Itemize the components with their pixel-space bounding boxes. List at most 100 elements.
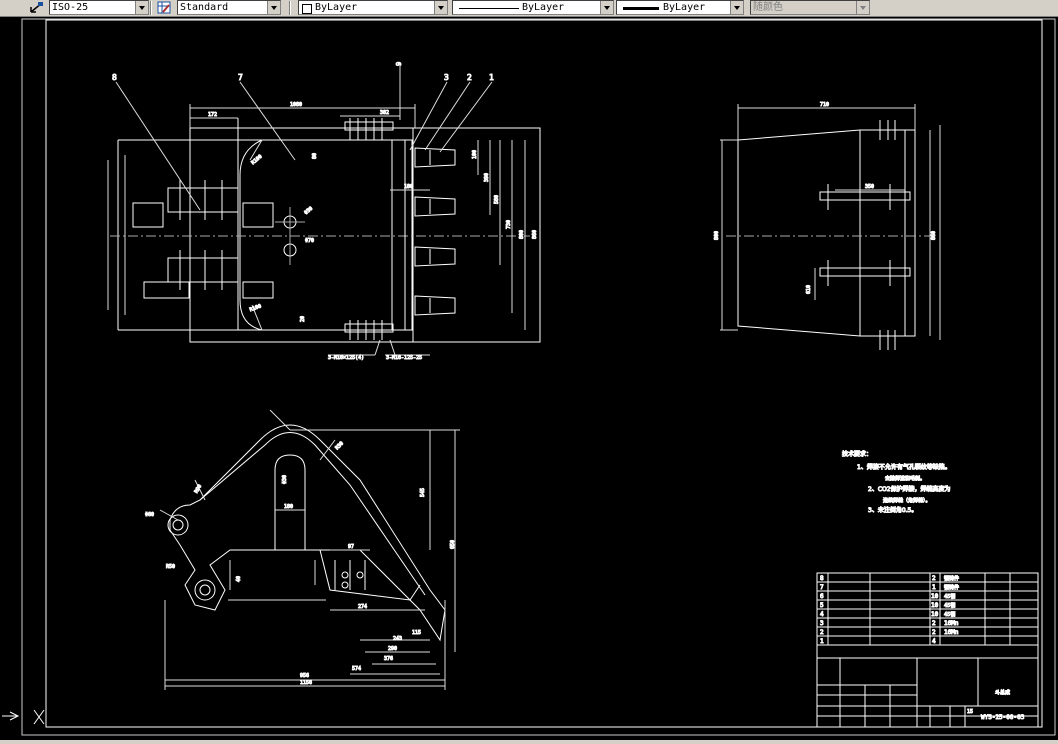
bucket-teeth (404, 140, 456, 330)
lineweight-select[interactable]: ByLayer (616, 0, 744, 15)
top-label-3: 3 (444, 73, 449, 82)
front-view: 545 650 180 40 97 274 115 243 290 376 57… (145, 409, 460, 690)
front-dim-274: 274 (358, 604, 367, 610)
table-style-icon[interactable] (157, 1, 171, 14)
dimension-style-select[interactable]: ISO-25 (49, 0, 149, 15)
chevron-down-icon[interactable] (434, 1, 447, 14)
parts-row-1-no: 1 (820, 638, 824, 645)
front-dim-115: 115 (412, 630, 421, 636)
top-dim-d70: Φ70 (305, 238, 314, 244)
title-block-drawing-no: WYS-25-00-03 (981, 714, 1025, 721)
parts-row-6-no: 6 (820, 593, 824, 600)
top-dim-800: 800 (519, 230, 525, 239)
parts-row-1-qty: 4 (932, 638, 936, 645)
toolbar-separator (289, 1, 291, 15)
top-note-bolt2: 3-M16-125-25 (386, 355, 422, 361)
bolt-group (344, 118, 394, 340)
top-label-8: 8 (112, 73, 117, 82)
notes-title: 技术要求： (842, 450, 872, 458)
side-view: 710 350 800 860 610 (714, 102, 941, 350)
top-label-9: 9 (395, 62, 403, 66)
front-dim-r30: R30 (334, 441, 345, 452)
top-view-dimensions (107, 62, 526, 356)
parts-row-5-qty: 10 (931, 602, 939, 609)
status-strip (0, 740, 1058, 744)
top-dim-730: 730 (506, 220, 512, 229)
hinge-bracket (132, 180, 274, 299)
front-dim-r50: R50 (166, 564, 175, 570)
top-dim-1080: 1080 (290, 102, 302, 108)
front-dim-650: 650 (450, 540, 456, 549)
top-dim-580: 580 (494, 195, 500, 204)
side-dim-860: 860 (931, 231, 937, 240)
parts-row-7-mat: 钢铸件 (944, 584, 959, 591)
top-dim-r100b: R100 (249, 303, 262, 313)
parts-row-5-no: 5 (820, 602, 824, 609)
notes-line3: 3、未注倒角0.5。 (868, 506, 917, 514)
plotstyle-select: 随颜色 (750, 0, 870, 15)
front-dim-97: 97 (348, 544, 354, 550)
front-dim-376: 376 (384, 656, 393, 662)
title-block: 斗总成 15 WYS-25-00-03 (816, 644, 1039, 728)
lineweight-value: ByLayer (663, 2, 706, 13)
chevron-down-icon (856, 1, 869, 14)
color-select[interactable]: ByLayer (298, 0, 448, 15)
parts-row-2-qty: 2 (932, 629, 936, 636)
parts-row-8-no: 8 (820, 575, 824, 582)
top-view: 8 7 3 2 1 9 1080 172 382 180 100 390 580… (107, 61, 541, 362)
front-dim-290: 290 (388, 646, 397, 652)
table-style-select[interactable]: Standard (177, 0, 281, 15)
front-dim-574: 574 (352, 666, 361, 672)
top-label-1: 1 (489, 73, 494, 82)
drawing-border-outer (21, 18, 1056, 736)
parts-row-2-no: 2 (820, 629, 824, 636)
chevron-down-icon[interactable] (267, 1, 280, 14)
color-swatch-icon (302, 4, 312, 14)
parts-row-4-mat: 45钢 (944, 611, 955, 618)
top-label-2: 2 (467, 73, 472, 82)
side-dim-710: 710 (820, 102, 829, 108)
notes-line2b: 连续焊缝（角焊缝）。 (883, 497, 931, 504)
side-dim-610: 610 (806, 285, 812, 294)
linetype-select[interactable]: ByLayer (452, 0, 614, 15)
chevron-down-icon[interactable] (135, 1, 148, 14)
linetype-value: ByLayer (522, 2, 565, 13)
title-block-name: 斗总成 (995, 689, 1010, 696)
chevron-down-icon[interactable] (600, 1, 613, 14)
lineweight-sample-icon (623, 7, 659, 10)
parts-row-8-qty: 2 (932, 575, 936, 582)
notes-line1: 1、焊接不允许有气孔裂纹等缺陷。 (857, 463, 951, 471)
notes-line1b: 去除焊渣和毛刺。 (885, 475, 925, 482)
parts-row-2-mat: 16Mn (944, 629, 959, 636)
parts-row-3-qty: 2 (932, 620, 936, 627)
linetype-sample-icon (459, 8, 519, 9)
top-dim-180: 180 (404, 184, 413, 190)
top-dim-172: 172 (208, 112, 217, 118)
table-style-value: Standard (180, 2, 229, 13)
parts-row-8-mat: 钢铸件 (944, 575, 959, 582)
chevron-down-icon[interactable] (730, 1, 743, 14)
front-dim-243: 243 (393, 636, 402, 642)
drawing-canvas[interactable]: 8 7 3 2 1 9 1080 172 382 180 100 390 580… (0, 17, 1058, 744)
parts-row-4-qty: 10 (931, 611, 939, 618)
dimension-style-icon[interactable] (30, 1, 44, 14)
top-dim-382: 382 (380, 110, 389, 116)
dimension-style-value: ISO-25 (52, 2, 89, 13)
ucs-icon (2, 709, 45, 725)
front-dim-1156: 1156 (300, 680, 312, 686)
top-dim-390: 390 (484, 173, 490, 182)
top-dim-860: 860 (532, 230, 538, 239)
top-dim-20: 20 (300, 316, 306, 322)
side-dim-800: 800 (714, 231, 720, 240)
parts-list: 8 2 钢铸件 7 1 钢铸件 6 10 45钢 5 10 45钢 4 10 4… (816, 572, 1039, 646)
parts-row-4-no: 4 (820, 611, 824, 618)
top-dim-100: 100 (472, 150, 478, 159)
drawing-border-inner (45, 19, 1043, 728)
parts-row-6-qty: 10 (931, 593, 939, 600)
parts-row-7-no: 7 (820, 584, 824, 591)
color-value: ByLayer (315, 2, 358, 13)
toolbar-separator (150, 1, 152, 15)
front-dim-d60: Φ60 (145, 512, 154, 518)
front-dim-40: 40 (236, 576, 242, 582)
front-dim-956: 956 (300, 673, 309, 679)
